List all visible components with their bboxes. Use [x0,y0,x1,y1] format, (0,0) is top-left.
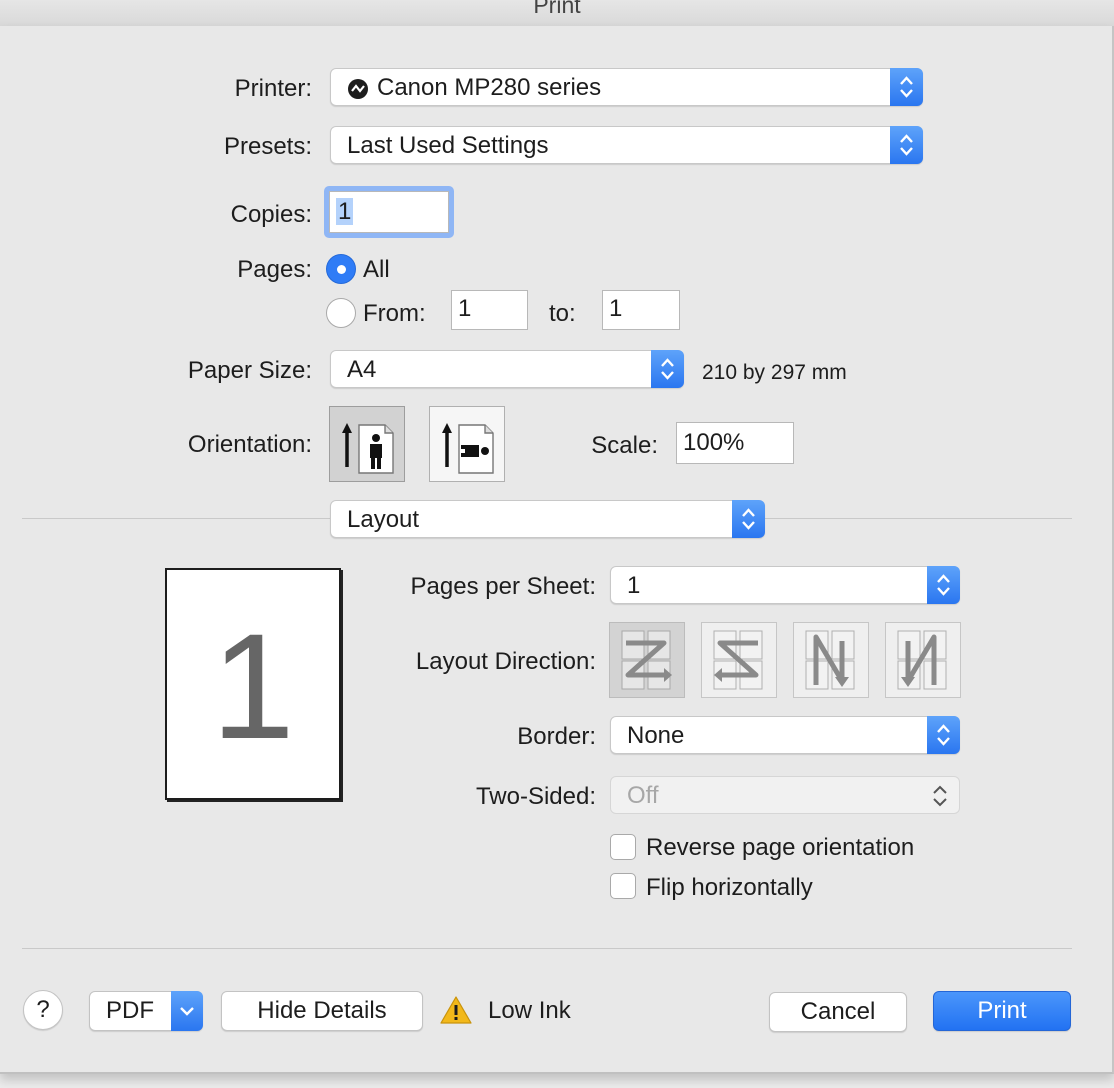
printer-label: Printer: [234,75,312,102]
landscape-orientation-icon [442,423,494,474]
section-value: Layout [347,506,420,533]
section-stepper [732,500,765,538]
footer-divider [22,948,1072,949]
cancel-button[interactable]: Cancel [769,992,907,1032]
pages-from-label: From: [363,300,426,327]
two-sided-label: Two-Sided: [475,783,596,810]
layout-direction-label: Layout Direction: [415,648,596,675]
presets-value: Last Used Settings [347,132,549,159]
layout-vertical-icon [805,630,855,690]
pages-from-radio[interactable] [326,298,356,328]
preview-page-number: 1 [211,602,295,770]
copies-value: 1 [336,198,354,225]
print-button[interactable]: Print [933,991,1071,1031]
page-preview: 1 [165,568,341,800]
updown-chevron-icon [900,76,913,98]
layout-direction-s-button[interactable] [701,622,777,698]
reverse-orientation-label: Reverse page orientation [646,834,915,861]
low-ink-status: Low Ink [488,997,571,1024]
pages-per-sheet-popup[interactable]: 1 [610,566,960,604]
orientation-landscape-button[interactable] [429,406,505,482]
pages-to-input[interactable]: 1 [602,290,680,330]
pages-from-input[interactable]: 1 [451,290,528,330]
border-popup[interactable]: None [610,716,960,754]
paper-size-stepper [651,350,684,388]
paper-size-label: Paper Size: [187,357,312,384]
orientation-label: Orientation: [187,431,312,458]
updown-chevron-icon [933,785,947,807]
border-stepper [927,716,960,754]
printer-status-icon [348,79,368,99]
reverse-orientation-checkbox[interactable] [610,834,636,860]
layout-s-icon [713,630,763,690]
scale-label: Scale: [591,432,658,459]
updown-chevron-icon [742,508,755,530]
paper-size-value: A4 [347,356,377,383]
pdf-menu-button[interactable]: PDF [89,991,203,1031]
warning-icon [440,996,472,1024]
chevron-down-icon [180,1007,194,1016]
presets-popup[interactable]: Last Used Settings [330,126,923,164]
two-sided-popup[interactable]: Off [610,776,960,814]
pages-to-label: to: [549,300,576,327]
presets-label: Presets: [223,133,312,160]
pages-per-sheet-stepper [927,566,960,604]
flip-horizontally-checkbox[interactable] [610,873,636,899]
paper-size-dimensions: 210 by 297 mm [702,361,847,384]
copies-label: Copies: [230,201,312,228]
pages-label: Pages: [237,256,312,283]
updown-chevron-icon [937,574,950,596]
updown-chevron-icon [937,724,950,746]
printer-stepper [890,68,923,106]
portrait-orientation-icon [342,423,394,474]
pdf-label: PDF [106,997,154,1024]
pages-per-sheet-value: 1 [627,572,641,599]
flip-horizontally-label: Flip horizontally [646,874,813,901]
scale-input[interactable]: 100% [676,422,794,464]
orientation-portrait-button[interactable] [329,406,405,482]
pages-all-radio[interactable] [326,254,356,284]
border-value: None [627,722,685,749]
border-label: Border: [517,723,596,750]
paper-size-popup[interactable]: A4 [330,350,684,388]
presets-stepper [890,126,923,164]
pdf-dropdown [171,991,203,1031]
layout-direction-z-button[interactable] [609,622,685,698]
updown-chevron-icon [661,358,674,380]
section-popup[interactable]: Layout [330,500,765,538]
layout-direction-n-reverse-button[interactable] [793,622,869,698]
hide-details-button[interactable]: Hide Details [221,991,423,1031]
pages-all-label: All [363,256,390,283]
help-button[interactable]: ? [23,990,63,1030]
printer-value: Canon MP280 series [377,74,602,101]
window-title: Print [533,0,581,18]
print-dialog [0,26,1114,1074]
layout-direction-n-button[interactable] [885,622,961,698]
copies-input[interactable]: 1 [329,191,449,233]
updown-chevron-icon [900,134,913,156]
two-sided-value: Off [627,782,659,809]
pages-per-sheet-label: Pages per Sheet: [410,573,596,600]
layout-z-icon [621,630,672,690]
printer-popup[interactable]: Canon MP280 series [330,68,923,106]
layout-n-icon [897,630,947,690]
